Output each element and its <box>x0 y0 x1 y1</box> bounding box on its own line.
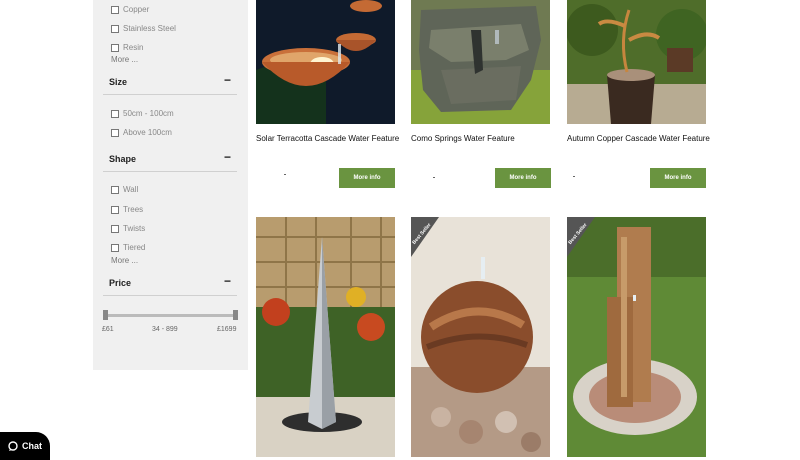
more-info-button[interactable]: More info <box>339 168 395 188</box>
price-max-label: £1699 <box>217 326 237 333</box>
collapse-icon[interactable]: − <box>224 274 231 288</box>
product-image-autumn-copper[interactable] <box>567 0 706 124</box>
more-info-button[interactable]: More info <box>495 168 551 188</box>
filter-option-resin[interactable]: Resin <box>111 43 143 52</box>
price-filter-header[interactable]: Price − <box>103 273 237 296</box>
product-title[interactable]: Autumn Copper Cascade Water Feature <box>567 134 710 143</box>
collapse-icon[interactable]: − <box>224 73 231 87</box>
product-title[interactable]: Como Springs Water Feature <box>411 134 515 143</box>
filter-option-tiered[interactable]: Tiered <box>111 243 145 252</box>
product-title[interactable]: Solar Terracotta Cascade Water Feature <box>256 134 399 143</box>
checkbox[interactable] <box>111 224 119 233</box>
checkbox[interactable] <box>111 128 119 137</box>
sandstone-pillar-photo <box>567 217 706 457</box>
price-placeholder <box>284 174 286 175</box>
sandstone-sphere-photo <box>411 217 550 457</box>
filter-option-50-100cm[interactable]: 50cm - 100cm <box>111 109 174 118</box>
price-range-label: 34 - 899 <box>152 326 178 333</box>
autumn-copper-photo <box>567 0 706 124</box>
product-image-solar-terracotta[interactable] <box>256 0 395 124</box>
price-slider-max-handle[interactable] <box>233 310 238 320</box>
product-image-sandstone-sphere[interactable]: Best Seller <box>411 217 550 457</box>
steel-spire-photo <box>256 217 395 457</box>
filter-option-wall[interactable]: Wall <box>111 185 138 194</box>
como-springs-photo <box>411 0 550 124</box>
product-image-steel-spire[interactable] <box>256 217 395 457</box>
material-more-link[interactable]: More ... <box>111 55 138 64</box>
price-slider-min-handle[interactable] <box>103 310 108 320</box>
checkbox[interactable] <box>111 205 119 214</box>
collapse-icon[interactable]: − <box>224 150 231 164</box>
size-filter-title: Size <box>109 77 128 87</box>
shape-more-link[interactable]: More ... <box>111 256 138 265</box>
checkbox[interactable] <box>111 5 119 14</box>
price-filter-title: Price <box>109 278 132 288</box>
filter-option-twists[interactable]: Twists <box>111 224 145 233</box>
price-placeholder <box>433 177 435 178</box>
product-image-sandstone-pillar[interactable]: Best Seller <box>567 217 706 457</box>
shape-filter-header[interactable]: Shape − <box>103 149 237 172</box>
checkbox[interactable] <box>111 243 119 252</box>
filter-option-copper[interactable]: Copper <box>111 5 149 14</box>
size-filter-header[interactable]: Size − <box>103 72 237 95</box>
shape-filter-title: Shape <box>109 154 137 164</box>
price-placeholder <box>573 176 575 177</box>
chat-label: Chat <box>22 441 42 451</box>
filter-option-stainless-steel[interactable]: Stainless Steel <box>111 24 176 33</box>
price-min-label: £61 <box>102 326 114 333</box>
price-slider-track[interactable] <box>105 314 235 317</box>
chat-button[interactable]: Chat <box>0 432 50 460</box>
solar-terracotta-photo <box>256 0 395 124</box>
checkbox[interactable] <box>111 43 119 52</box>
chat-bubble-icon <box>8 441 18 451</box>
product-image-como-springs[interactable] <box>411 0 550 124</box>
checkbox[interactable] <box>111 109 119 118</box>
checkbox[interactable] <box>111 185 119 194</box>
checkbox[interactable] <box>111 24 119 33</box>
more-info-button[interactable]: More info <box>650 168 706 188</box>
filter-option-above-100cm[interactable]: Above 100cm <box>111 128 172 137</box>
filter-option-trees[interactable]: Trees <box>111 205 143 214</box>
